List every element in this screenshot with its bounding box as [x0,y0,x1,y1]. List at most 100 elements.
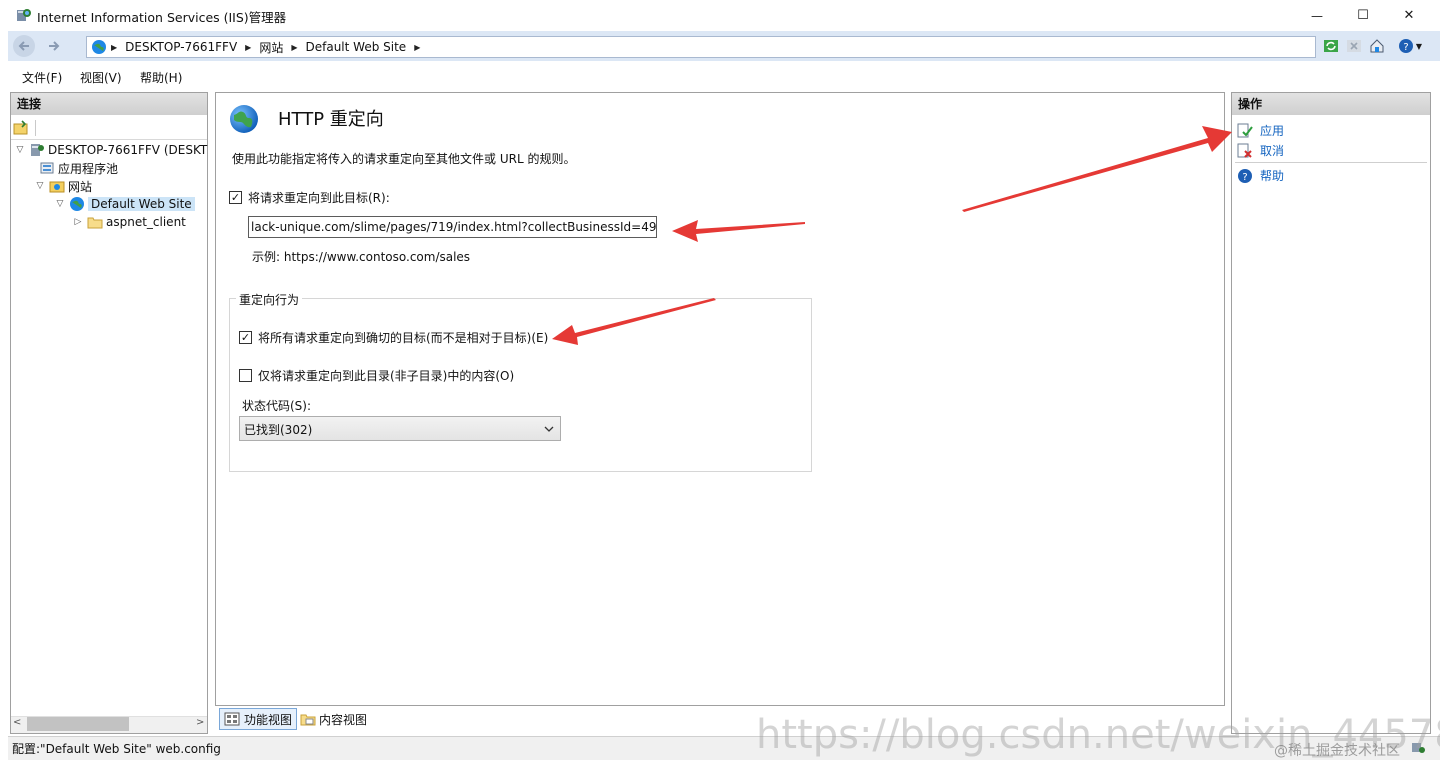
stop-button[interactable] [1344,36,1364,56]
help-label: 帮助 [1260,169,1285,183]
tree-label: 网站 [68,179,93,194]
redirect-behavior-group [229,298,812,472]
close-button[interactable]: ✕ [1386,0,1432,31]
menu-view[interactable]: 视图(V) [80,69,122,86]
collapse-icon[interactable]: ▽ [34,180,46,192]
refresh-icon [1324,40,1338,52]
refresh-button[interactable] [1321,36,1341,56]
server-icon [31,144,44,156]
apply-icon [1237,123,1253,137]
tab-features-view[interactable]: 功能视图 [219,708,298,730]
breadcrumb-separator[interactable]: ▶ [287,43,301,52]
juejin-watermark: @稀土掘金技术社区 [1274,743,1400,759]
status-code-select[interactable]: 已找到(302) [239,416,561,441]
app-pool-icon [40,162,54,174]
tree-node-server[interactable]: ▽ DESKTOP-7661FFV (DESKT [14,141,208,159]
connections-toolbar [11,116,207,140]
only-directory-row[interactable]: 仅将请求重定向到此目录(非子目录)中的内容(O) [239,367,514,384]
http-redirect-globe-icon [230,105,258,133]
collapse-icon[interactable]: ▽ [54,198,66,210]
maximize-button[interactable]: ☐ [1340,0,1386,31]
tab-label: 功能视图 [244,712,293,727]
tree-node-aspnet-client[interactable]: ▷ aspnet_client [14,213,207,231]
tree-label: DESKTOP-7661FFV (DESKT [48,143,208,157]
home-button[interactable] [1367,36,1387,56]
stop-icon [1347,40,1361,52]
breadcrumb-server[interactable]: DESKTOP-7661FFV [121,40,241,54]
only-directory-checkbox[interactable] [239,369,252,382]
address-bar[interactable]: ▶ DESKTOP-7661FFV ▶ 网站 ▶ Default Web Sit… [86,36,1316,58]
page-title: HTTP 重定向 [278,109,384,130]
exact-destination-label: 将所有请求重定向到确切的目标(而不是相对于目标)(E) [258,331,549,345]
tree-label: aspnet_client [106,215,186,229]
tab-content-view[interactable]: 内容视图 [300,708,367,730]
svg-text:?: ? [1242,172,1247,183]
iis-app-icon [17,9,31,21]
svg-text:?: ? [1403,42,1408,53]
breadcrumb-separator: ▶ [111,42,118,52]
tree-label: 应用程序池 [58,161,119,176]
scroll-right-icon[interactable]: > [196,717,204,728]
connections-header: 连接 [11,93,207,115]
tab-label: 内容视图 [319,712,368,727]
scrollbar-thumb[interactable] [27,717,129,731]
back-button[interactable] [13,35,35,57]
redirect-behavior-legend: 重定向行为 [236,291,303,308]
sites-folder-icon [49,181,65,193]
back-arrow-icon [18,41,29,51]
chevron-down-icon: ▼ [1415,41,1423,51]
chevron-down-icon [544,426,554,432]
actions-header: 操作 [1232,93,1430,115]
forward-button[interactable] [43,35,65,57]
tree-label: Default Web Site [88,197,195,211]
actions-divider [1235,162,1427,163]
menu-file[interactable]: 文件(F) [22,69,62,86]
breadcrumb-separator[interactable]: ▶ [241,43,255,52]
home-icon [1370,39,1384,53]
tree-node-default-web-site[interactable]: ▽ Default Web Site [14,195,207,213]
forward-arrow-icon [49,41,60,51]
features-view-icon [224,712,240,726]
actions-pane: 操作 [1231,92,1431,734]
tree-node-app-pools[interactable]: 应用程序池 [14,159,207,177]
feature-description: 使用此功能指定将传入的请求重定向至其他文件或 URL 的规则。 [232,152,576,166]
expand-icon[interactable]: ▷ [72,216,84,228]
menu-help[interactable]: 帮助(H) [140,69,182,86]
toolbar-divider [35,120,36,136]
collapse-icon[interactable]: ▽ [14,144,26,156]
cancel-action[interactable]: 取消 [1237,142,1284,159]
folder-icon [87,217,103,229]
breadcrumb-sites[interactable]: 网站 [255,39,287,56]
apply-label: 应用 [1260,124,1285,138]
new-connection-icon[interactable] [13,120,29,136]
status-code-value: 已找到(302) [244,423,313,437]
exact-destination-checkbox[interactable]: ✓ [239,331,252,344]
cancel-label: 取消 [1260,144,1285,158]
scroll-left-icon[interactable]: < [13,717,21,728]
example-text: 示例: https://www.contoso.com/sales [252,250,471,264]
help-icon: ? [1398,39,1413,53]
redirect-target-input[interactable]: lack-unique.com/slime/pages/719/index.ht… [248,216,657,238]
content-view-icon [300,714,316,726]
window-title: Internet Information Services (IIS)管理器 [37,10,287,25]
only-directory-label: 仅将请求重定向到此目录(非子目录)中的内容(O) [258,369,515,383]
exact-destination-row[interactable]: ✓ 将所有请求重定向到确切的目标(而不是相对于目标)(E) [239,329,548,346]
breadcrumb-separator[interactable]: ▶ [410,43,424,52]
minimize-button[interactable]: — [1294,0,1340,31]
globe-icon [70,197,84,211]
cancel-icon [1237,143,1252,158]
help-icon: ? [1238,168,1252,183]
redirect-checkbox[interactable]: ✓ [229,191,242,204]
help-dropdown-button[interactable]: ? ▼ [1395,36,1425,56]
apply-action[interactable]: 应用 [1237,122,1284,139]
globe-icon [92,40,106,54]
redirect-checkbox-label: 将请求重定向到此目标(R): [248,191,390,205]
redirect-checkbox-row[interactable]: ✓ 将请求重定向到此目标(R): [229,189,390,206]
connections-tree: ▽ DESKTOP-7661FFV (DESKT 应用程序池 ▽ 网站 ▽ De… [14,141,208,231]
help-action[interactable]: ? 帮助 [1237,167,1284,184]
breadcrumb-site[interactable]: Default Web Site [302,40,411,54]
status-text: 配置:"Default Web Site" web.config [12,742,221,756]
status-code-label: 状态代码(S): [242,399,312,413]
menu-bar [8,64,1440,88]
tree-node-sites[interactable]: ▽ 网站 [14,177,207,195]
